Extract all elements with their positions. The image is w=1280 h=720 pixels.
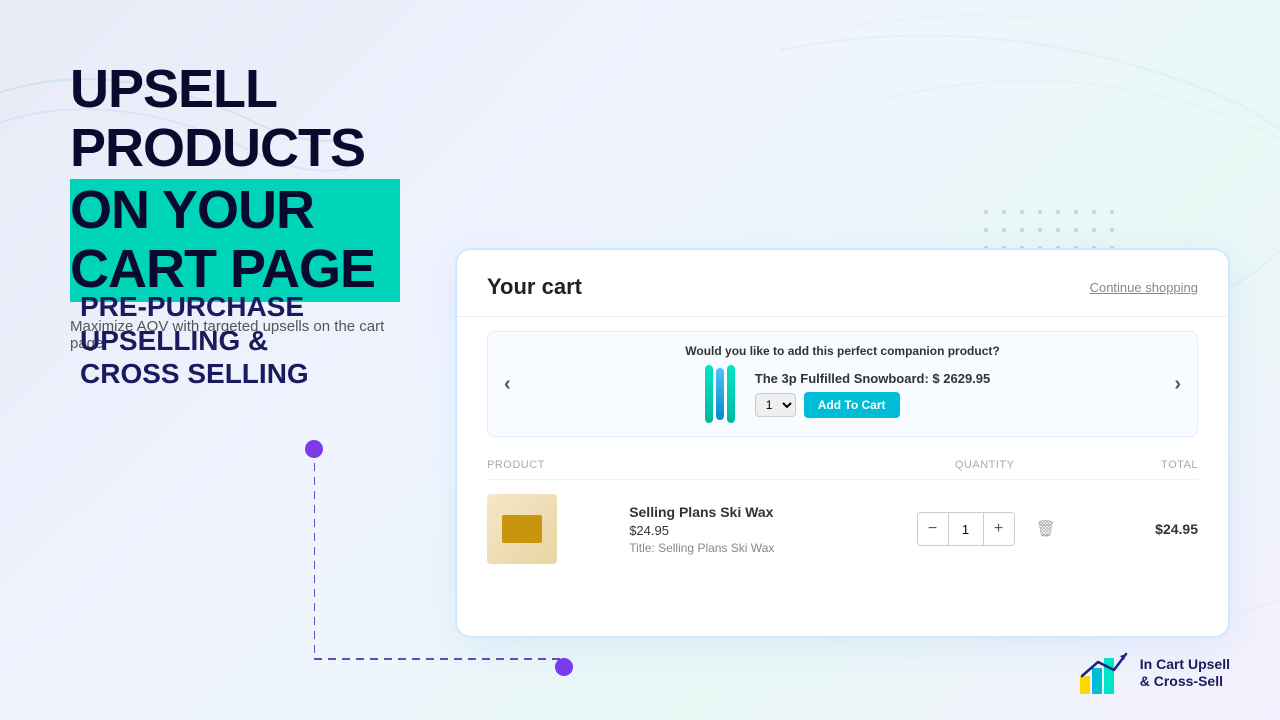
col-header-total: TOTAL (1056, 459, 1198, 471)
upsell-product-info: The 3p Fulfilled Snowboard: $ 2629.95 1 … (755, 371, 991, 418)
cart-table: PRODUCT QUANTITY TOTAL Selling Plans Ski… (457, 451, 1228, 578)
continue-shopping-link[interactable]: Continue shopping (1090, 280, 1198, 295)
product-info: Selling Plans Ski Wax $24.95 Title: Sell… (629, 504, 913, 555)
pre-purchase-title: PRE-PURCHASE UPSELLING & CROSS SELLING (80, 290, 309, 391)
product-thumbnail (487, 494, 557, 564)
product-price: $24.95 (629, 523, 913, 538)
trash-icon: 🗑 (1035, 521, 1055, 538)
upsell-question: Would you like to add this perfect compa… (685, 344, 999, 358)
board-bar-2 (716, 368, 724, 420)
upsell-content: Would you like to add this perfect compa… (523, 344, 1163, 424)
increase-qty-button[interactable]: + (984, 513, 1014, 545)
table-row: Selling Plans Ski Wax $24.95 Title: Sell… (487, 480, 1198, 578)
upsell-banner: ‹ Would you like to add this perfect com… (487, 331, 1198, 437)
upsell-qty-select[interactable]: 1 2 3 (755, 393, 796, 417)
quantity-area: − + 🗑 (914, 512, 1056, 546)
prev-product-button[interactable]: ‹ (504, 373, 511, 396)
cart-header: Your cart Continue shopping (457, 250, 1228, 317)
main-title: UPSELL PRODUCTS ON YOUR CART PAGE (70, 60, 400, 302)
next-product-button[interactable]: › (1174, 373, 1181, 396)
add-to-cart-button[interactable]: Add To Cart (804, 392, 900, 418)
logo-line1: In Cart Upsell (1140, 656, 1230, 673)
upsell-product-name: The 3p Fulfilled Snowboard: $ 2629.95 (755, 371, 991, 386)
snowboard-visual (705, 365, 735, 423)
upsell-product-image (695, 364, 745, 424)
logo-icon (1078, 648, 1128, 698)
product-variant: Title: Selling Plans Ski Wax (629, 541, 913, 555)
pre-purchase-section: PRE-PURCHASE UPSELLING & CROSS SELLING (80, 290, 309, 391)
col-header-product: PRODUCT (487, 459, 629, 471)
product-name: Selling Plans Ski Wax (629, 504, 913, 520)
item-total: $24.95 (1056, 521, 1198, 537)
upsell-product-row: The 3p Fulfilled Snowboard: $ 2629.95 1 … (523, 364, 1163, 424)
decrease-qty-button[interactable]: − (918, 513, 948, 545)
cart-table-header: PRODUCT QUANTITY TOTAL (487, 451, 1198, 480)
board-bar-1 (705, 365, 713, 423)
upsell-bottom-row: 1 2 3 Add To Cart (755, 392, 991, 418)
delete-item-button[interactable]: 🗑 (1035, 519, 1055, 539)
qty-input[interactable] (948, 513, 984, 545)
board-bar-3 (727, 365, 735, 423)
col-header-quantity: QUANTITY (914, 459, 1056, 471)
quantity-stepper: − + (917, 512, 1015, 546)
cart-card: Your cart Continue shopping ‹ Would you … (455, 248, 1230, 638)
logo-section: In Cart Upsell & Cross-Sell (1078, 648, 1230, 698)
col-header-empty (629, 459, 913, 471)
cart-title: Your cart (487, 274, 582, 300)
logo-line2: & Cross-Sell (1140, 673, 1230, 690)
end-dot (555, 658, 573, 676)
wax-product-shape (502, 515, 542, 543)
logo-text: In Cart Upsell & Cross-Sell (1140, 656, 1230, 690)
